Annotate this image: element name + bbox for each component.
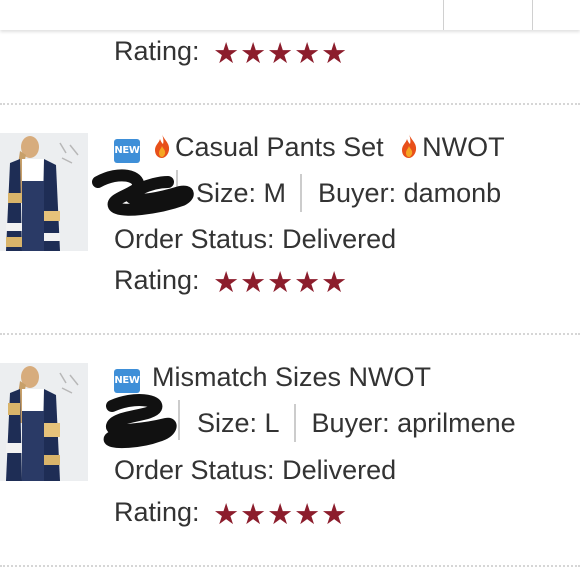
star-icon: ★ <box>321 497 348 531</box>
top-toolbar <box>0 0 580 30</box>
rating-label: Rating: <box>114 265 200 295</box>
size-text: Size: L <box>197 408 280 438</box>
listing-title: Mismatch Sizes NWOT <box>152 362 432 392</box>
separator <box>300 174 303 212</box>
rating-row: Rating: ★★★★★ <box>114 264 348 299</box>
buyer-text[interactable]: Buyer: damonb <box>318 178 501 208</box>
star-icon: ★ <box>240 497 267 531</box>
listing-suffix: NWOT <box>422 132 505 162</box>
star-icon: ★ <box>213 36 240 70</box>
rating-label: Rating: <box>114 497 200 527</box>
star-icon: ★ <box>294 497 321 531</box>
rating-stars: ★★★★★ <box>213 38 348 70</box>
star-icon: ★ <box>294 265 321 299</box>
star-icon: ★ <box>267 36 294 70</box>
product-thumbnail[interactable] <box>0 133 88 251</box>
star-icon: ★ <box>321 265 348 299</box>
buyer-text[interactable]: Buyer: aprilmene <box>312 408 516 438</box>
details-row: Size: L Buyer: aprilmene <box>197 404 516 442</box>
size-text: Size: M <box>196 178 287 208</box>
star-icon: ★ <box>267 497 294 531</box>
rating-row: Rating: ★★★★★ <box>114 35 348 70</box>
star-icon: ★ <box>240 265 267 299</box>
rating-stars: ★★★★★ <box>213 499 348 531</box>
new-badge-icon: NEW <box>114 369 140 393</box>
star-icon: ★ <box>267 265 294 299</box>
rating-row: Rating: ★★★★★ <box>114 496 348 531</box>
rating-label: Rating: <box>114 36 200 66</box>
order-status: Order Status: Delivered <box>114 455 397 485</box>
star-icon: ★ <box>294 36 321 70</box>
fire-icon <box>155 134 170 158</box>
star-icon: ★ <box>321 36 348 70</box>
redaction-scribble <box>92 169 194 216</box>
rating-stars: ★★★★★ <box>213 267 348 299</box>
redaction-scribble <box>103 394 177 449</box>
listing-title-row[interactable]: NEW Casual Pants Set NWOT <box>114 131 505 163</box>
details-row: Size: M Buyer: damonb <box>196 174 501 212</box>
product-thumbnail[interactable] <box>0 363 88 481</box>
order-divider <box>0 103 580 105</box>
order-divider <box>0 333 580 335</box>
star-icon: ★ <box>240 36 267 70</box>
toolbar-divider <box>532 0 533 30</box>
separator <box>293 404 296 442</box>
star-icon: ★ <box>213 265 240 299</box>
new-badge-icon: NEW <box>114 139 140 163</box>
listing-title-row[interactable]: NEW Mismatch Sizes NWOT <box>114 361 431 393</box>
listing-title: Casual Pants Set <box>175 132 384 162</box>
star-icon: ★ <box>213 497 240 531</box>
order-divider <box>0 565 580 567</box>
order-status: Order Status: Delivered <box>114 224 397 254</box>
toolbar-divider <box>443 0 444 30</box>
fire-icon <box>402 134 417 158</box>
